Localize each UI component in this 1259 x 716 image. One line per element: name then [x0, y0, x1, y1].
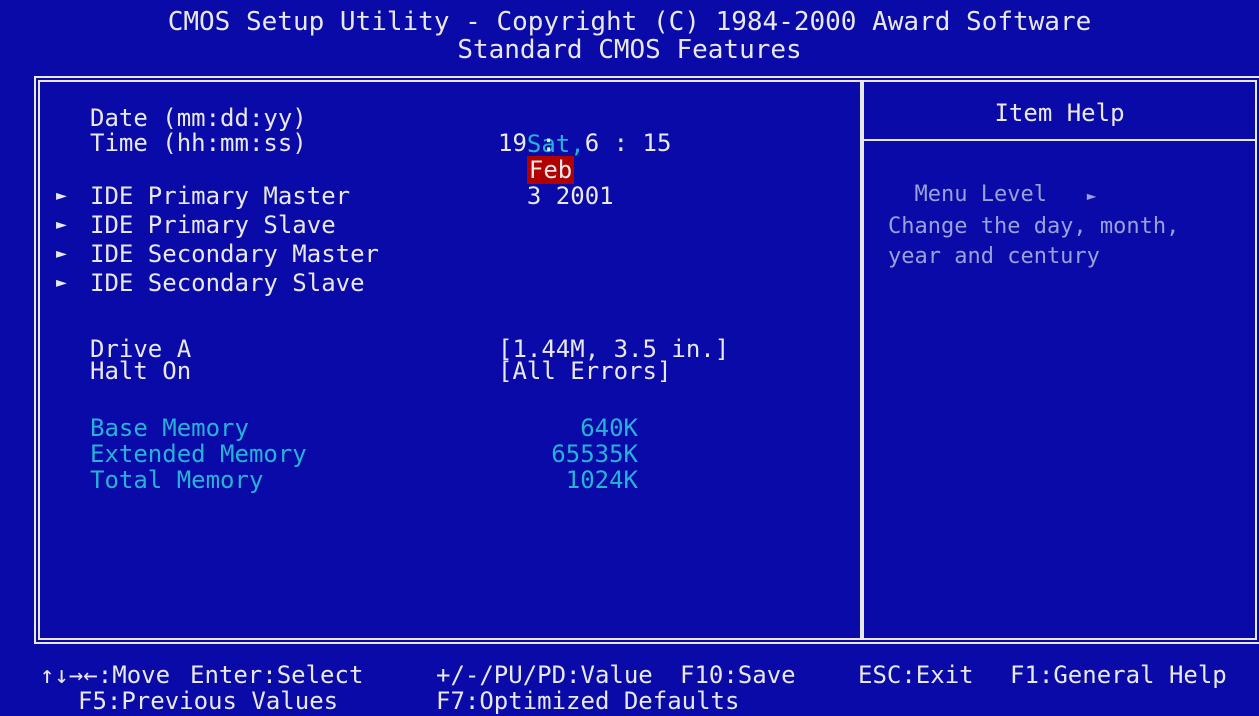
submenu-arrow-icon: ► [56, 185, 67, 206]
page-title: Standard CMOS Features [457, 35, 802, 65]
halt-on-value[interactable]: [All Errors] [498, 358, 671, 384]
footer-value: +/-/PU/PD:Value [436, 661, 653, 689]
extended-memory-label: Extended Memory [90, 440, 307, 468]
footer-f5: F5:Previous Values [78, 687, 339, 715]
app-title: CMOS Setup Utility - Copyright (C) 1984-… [167, 7, 1092, 37]
date-field[interactable]: Sat, Feb 3 2001 [498, 105, 614, 209]
date-label: Date (mm:dd:yy) [90, 104, 307, 132]
time-label: Time (hh:mm:ss) [90, 129, 307, 157]
time-field[interactable]: 19 : 6 : 15 [498, 130, 671, 156]
menu-ide-secondary-master[interactable]: IDE Secondary Master [90, 241, 379, 267]
help-divider [860, 82, 864, 639]
header: CMOS Setup Utility - Copyright (C) 1984-… [0, 0, 1259, 66]
help-title-divider [864, 139, 1255, 141]
footer-esc: ESC:Exit [858, 661, 974, 689]
menu-ide-primary-slave[interactable]: IDE Primary Slave [90, 212, 336, 238]
base-memory-value: 640K [580, 414, 638, 442]
menu-ide-primary-master[interactable]: IDE Primary Master [90, 183, 350, 209]
help-text-line2: year and century [888, 244, 1100, 269]
menu-ide-secondary-slave[interactable]: IDE Secondary Slave [90, 270, 365, 296]
footer-f1: F1:General Help [1010, 661, 1227, 689]
submenu-arrow-icon: ► [56, 272, 67, 293]
footer-save: F10:Save [680, 661, 796, 689]
total-memory-value: 1024K [565, 466, 638, 494]
submenu-arrow-icon: ► [56, 243, 67, 264]
date-month[interactable]: Feb [526, 156, 575, 184]
extended-memory-value: 65535K [551, 440, 638, 468]
help-title: Item Help [994, 99, 1125, 127]
menu-level: Menu Level ► [888, 153, 1097, 210]
total-memory-label: Total Memory [90, 466, 264, 494]
footer: ↑↓→←:Move Enter:Select +/-/PU/PD:Value F… [0, 650, 1259, 716]
submenu-arrow-icon: ► [56, 214, 67, 235]
halt-on-label: Halt On [90, 357, 192, 385]
footer-f7: F7:Optimized Defaults [436, 687, 740, 715]
footer-enter: Enter:Select [190, 661, 364, 689]
help-text-line1: Change the day, month, [888, 214, 1180, 239]
date-rest[interactable]: 3 2001 [527, 182, 614, 210]
menu-level-arrow-icon: ► [1086, 186, 1097, 205]
footer-move: ↑↓→←:Move [40, 661, 171, 689]
base-memory-label: Base Memory [90, 414, 249, 442]
menu-level-label: Menu Level [914, 182, 1047, 207]
